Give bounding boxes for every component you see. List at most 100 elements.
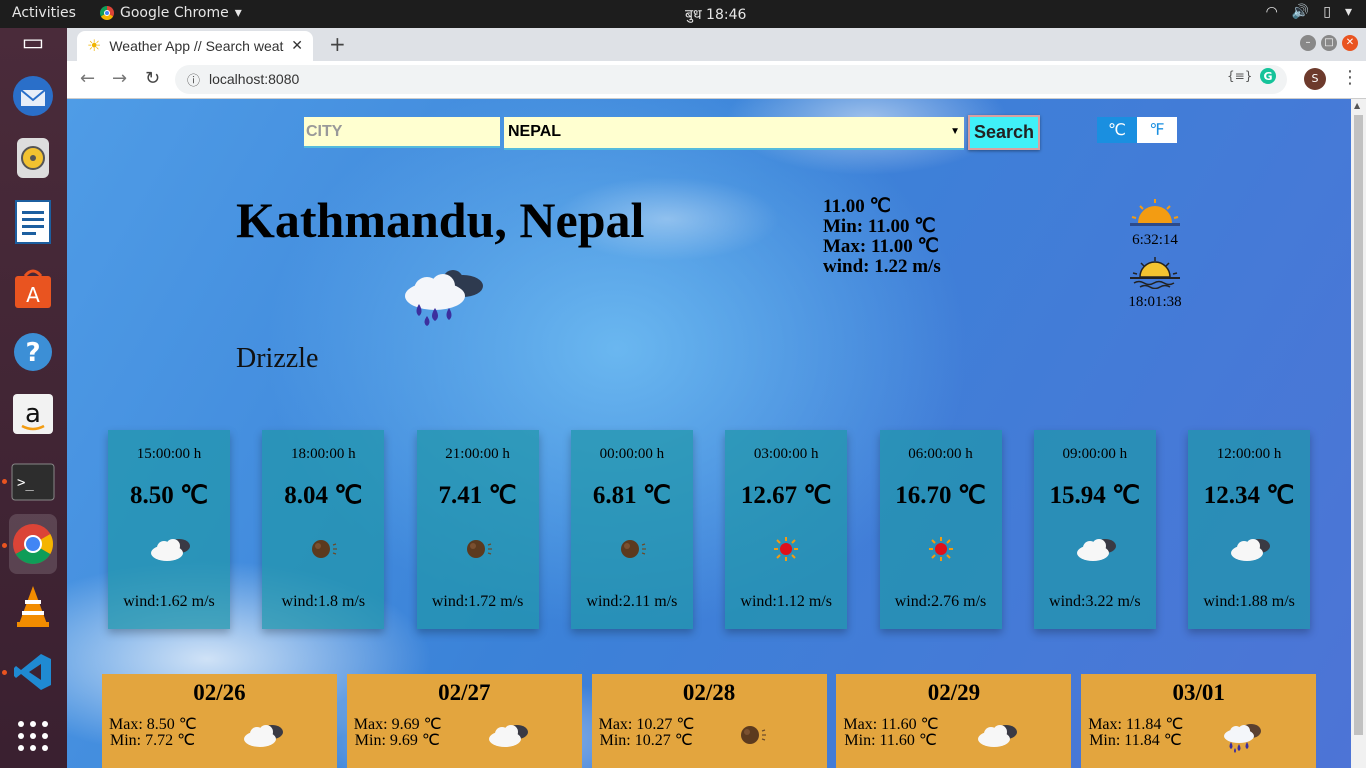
daily-date: 02/29	[927, 680, 981, 705]
daily-date: 02/27	[438, 680, 491, 705]
daily-card: 02/27 Max: 9.69 ℃ Min: 9.69 ℃	[346, 674, 582, 768]
software-center-icon[interactable]: A	[9, 264, 57, 312]
back-icon[interactable]: ←	[80, 68, 95, 89]
activities-button[interactable]: Activities	[12, 5, 76, 21]
current-temp: 11.00 ℃	[823, 196, 891, 217]
celsius-toggle[interactable]: ℃	[1097, 117, 1137, 143]
fahrenheit-toggle[interactable]: ℉	[1137, 117, 1177, 143]
daily-min: Min: 11.84 ℃	[1089, 732, 1182, 749]
hourly-time: 00:00:00 h	[599, 446, 665, 462]
hourly-wind: wind:3.22 m/s	[1049, 593, 1141, 610]
hourly-wind: wind:2.11 m/s	[586, 593, 678, 610]
json-extension-icon[interactable]: {≡}	[1227, 69, 1252, 83]
daily-min: Min: 10.27 ℃	[599, 732, 693, 749]
sunset-icon	[1130, 257, 1180, 290]
running-indicator	[2, 670, 7, 675]
chevron-down-icon: ▾	[234, 5, 242, 21]
city-input[interactable]	[304, 117, 500, 148]
sunrise-icon	[1130, 199, 1180, 226]
volume-icon: 🔊	[1291, 4, 1310, 20]
battery-icon: ▯	[1323, 4, 1331, 20]
chrome-menu-icon[interactable]: ⋮	[1341, 67, 1359, 88]
sun-favicon-icon: ☀	[87, 38, 102, 55]
maximize-icon[interactable]: □	[1321, 35, 1337, 51]
running-indicator	[2, 543, 7, 548]
show-apps-icon[interactable]	[9, 712, 57, 760]
hourly-temp: 15.94 ℃	[1049, 482, 1141, 509]
close-tab-icon[interactable]: ✕	[291, 37, 303, 54]
amazon-svg: a	[13, 394, 53, 434]
search-button[interactable]: Search	[968, 115, 1040, 150]
svg-text:a: a	[25, 399, 41, 429]
system-tray[interactable]: ◠ 🔊 ▯ ▾	[1266, 4, 1352, 20]
svg-text:>_: >_	[17, 475, 34, 491]
hourly-card: 03:00:00 h 12.67 ℃ wind:1.12 m/s	[725, 430, 848, 629]
vlc-icon[interactable]	[9, 582, 57, 630]
reload-icon[interactable]: ↻	[145, 68, 160, 89]
hourly-wind: wind:1.88 m/s	[1203, 593, 1295, 610]
daily-min: Min: 11.60 ℃	[844, 732, 937, 749]
terminal-icon[interactable]: >_	[9, 458, 57, 506]
sun-icon	[766, 534, 806, 564]
sun-icon	[921, 534, 961, 564]
profile-avatar[interactable]: S	[1304, 68, 1326, 90]
window-controls: – □ ✕	[1300, 35, 1358, 51]
tab-title: Weather App // Search weather	[109, 38, 285, 54]
current-stats: 11.00 ℃ Min: 11.00 ℃ Max: 11.00 ℃ wind: …	[823, 197, 941, 277]
power-menu-icon: ▾	[1344, 4, 1352, 20]
night-icon	[303, 534, 343, 564]
tab-weather-app[interactable]: ☀ Weather App // Search weather ✕	[77, 31, 313, 61]
daily-card: 03/01 Max: 11.84 ℃ Min: 11.84 ℃	[1081, 674, 1317, 768]
hourly-card: 18:00:00 h 8.04 ℃ wind:1.8 m/s	[262, 430, 385, 629]
hourly-temp: 7.41 ℃	[438, 482, 517, 509]
hourly-time: 06:00:00 h	[908, 446, 973, 462]
forward-icon[interactable]: →	[112, 68, 127, 89]
daily-card: 02/26 Max: 8.50 ℃ Min: 7.72 ℃	[102, 674, 337, 768]
night-icon	[612, 534, 652, 564]
daily-min: Min: 9.69 ℃	[354, 732, 440, 749]
hourly-wind: wind:1.12 m/s	[740, 593, 832, 610]
cloudy-icon	[242, 720, 286, 754]
hourly-time: 21:00:00 h	[445, 446, 510, 462]
page-scrollbar[interactable]: ▲	[1351, 99, 1366, 768]
hourly-card: 06:00:00 h 16.70 ℃ wind:2.76 m/s	[879, 430, 1002, 629]
cloudy-icon	[1075, 534, 1116, 564]
new-tab-icon[interactable]: +	[329, 32, 346, 56]
help-icon[interactable]: ?	[9, 328, 57, 376]
sun-times: 6:32:14 18:01:38	[1125, 197, 1185, 311]
drive-icon[interactable]: ▭	[9, 28, 57, 56]
vscode-svg	[14, 654, 51, 690]
hourly-time: 09:00:00 h	[1062, 446, 1128, 462]
hourly-card: 15:00:00 h 8.50 ℃ wind:1.62 m/s	[108, 430, 230, 629]
hourly-wind: wind:1.8 m/s	[281, 593, 366, 610]
hourly-time: 12:00:00 h	[1216, 446, 1282, 462]
rhythmbox-icon[interactable]	[9, 134, 57, 182]
system-top-bar: Activities Google Chrome ▾ बुध 18:46 ◠ 🔊…	[0, 0, 1366, 28]
hourly-time: 03:00:00 h	[753, 446, 819, 462]
daily-card: 02/29 Max: 11.60 ℃ Min: 11.60 ℃	[836, 674, 1072, 768]
country-select[interactable]: NEPAL ▼	[504, 117, 964, 150]
clock[interactable]: बुध 18:46	[685, 5, 746, 24]
minimize-icon[interactable]: –	[1300, 35, 1316, 51]
app-menu[interactable]: Google Chrome ▾	[100, 5, 242, 21]
grammarly-icon[interactable]: G	[1259, 67, 1277, 88]
app-menu-label: Google Chrome	[120, 5, 229, 21]
close-window-icon[interactable]: ✕	[1342, 35, 1358, 51]
dock-launcher: ▭ A ? a >_	[0, 28, 67, 768]
info-icon[interactable]: ⓘ	[187, 70, 200, 89]
amazon-icon[interactable]: a	[9, 390, 57, 438]
vlc-svg	[17, 586, 49, 627]
scrollbar-thumb[interactable]	[1354, 115, 1363, 735]
writer-icon[interactable]	[9, 198, 57, 246]
scroll-up-icon[interactable]: ▲	[1354, 101, 1360, 110]
rain-icon	[1221, 720, 1265, 754]
cloudy-icon	[487, 720, 531, 754]
rhythmbox-svg	[17, 138, 49, 178]
thunderbird-icon[interactable]	[9, 72, 57, 120]
chrome-launcher-icon[interactable]	[9, 514, 57, 574]
hourly-temp: 16.70 ℃	[895, 482, 986, 509]
tab-strip: ☀ Weather App // Search weather ✕ + – □ …	[67, 28, 1366, 61]
vscode-icon[interactable]	[9, 648, 57, 696]
grammarly-svg: G	[1260, 68, 1276, 84]
address-bar[interactable]: ⓘ localhost:8080 ☆	[175, 65, 1287, 94]
